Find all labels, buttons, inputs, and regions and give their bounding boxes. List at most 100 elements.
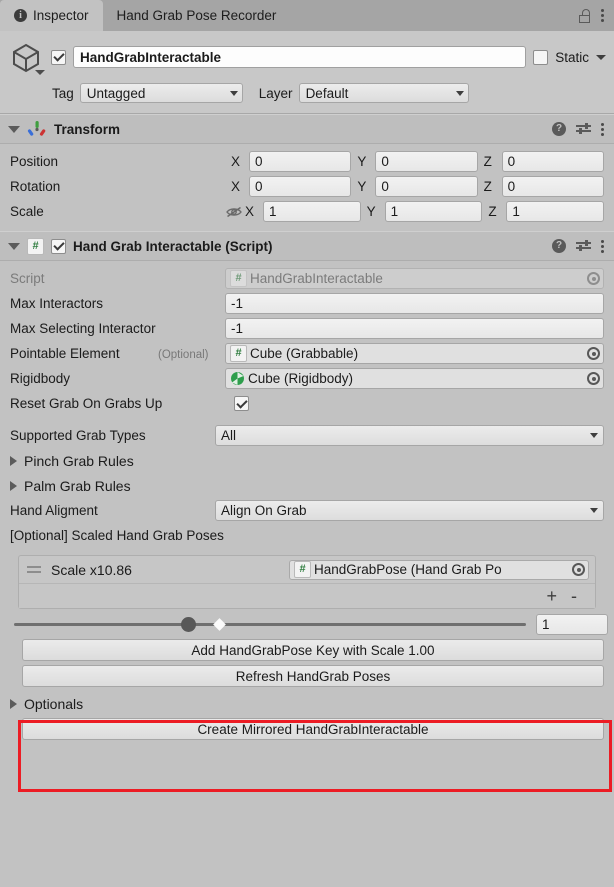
remove-pose-button[interactable]: - <box>571 587 577 605</box>
pointable-element-object-field[interactable]: # Cube (Grabbable) <box>225 343 604 364</box>
script-icon: # <box>230 270 247 287</box>
transform-header[interactable]: Transform ? <box>0 114 614 144</box>
transform-foldout-icon[interactable] <box>8 125 20 133</box>
tab-hand-grab-pose-recorder[interactable]: Hand Grab Pose Recorder <box>102 0 291 31</box>
script-object-field: # HandGrabInteractable <box>225 268 604 289</box>
object-picker-icon <box>587 272 600 285</box>
rigidbody-object-field[interactable]: Cube (Rigidbody) <box>225 368 604 389</box>
max-selecting-input[interactable]: -1 <box>225 318 604 339</box>
component-header-actions: ? <box>552 239 604 253</box>
object-picker-icon[interactable] <box>587 372 600 385</box>
chevron-down-icon <box>455 90 464 96</box>
slider-knob[interactable] <box>181 616 197 632</box>
pose-object-field[interactable]: # HandGrabPose (Hand Grab Po <box>289 559 589 580</box>
axis-label-y: Y <box>357 179 367 194</box>
scale-vector: X 1 Y 1 Z 1 <box>225 201 605 222</box>
layer-label: Layer <box>258 85 293 101</box>
preset-settings-icon[interactable] <box>576 122 591 136</box>
layer-dropdown[interactable]: Default <box>298 83 469 103</box>
kebab-menu-icon[interactable] <box>601 122 604 136</box>
refresh-handgrab-poses-button[interactable]: Refresh HandGrab Poses <box>22 665 604 687</box>
optionals-label: Optionals <box>24 695 84 712</box>
component-enabled-checkbox[interactable] <box>51 238 66 254</box>
drag-handle-icon[interactable] <box>27 565 41 575</box>
transform-row-scale: Scale X 1 Y 1 Z 1 <box>10 199 605 224</box>
create-mirrored-handgrabinteractable-button[interactable]: Create Mirrored HandGrabInteractable <box>22 718 604 740</box>
tag-dropdown[interactable]: Untagged <box>79 83 243 103</box>
component-foldout-icon[interactable] <box>8 242 20 250</box>
scale-z-input[interactable]: 1 <box>506 201 605 222</box>
preset-settings-icon[interactable] <box>576 239 591 253</box>
rotation-x-input[interactable]: 0 <box>249 176 352 197</box>
hand-alignment-value: Align On Grab <box>221 503 307 518</box>
row-pinch-grab-rules[interactable]: Pinch Grab Rules <box>10 448 604 473</box>
inspector-panel: i Inspector Hand Grab Pose Recorder Hand… <box>0 0 614 887</box>
row-palm-grab-rules[interactable]: Palm Grab Rules <box>10 473 604 498</box>
position-z-input[interactable]: 0 <box>501 151 604 172</box>
tab-hand-grab-pose-recorder-label: Hand Grab Pose Recorder <box>116 8 277 23</box>
position-y-input[interactable]: 0 <box>375 151 478 172</box>
object-picker-icon[interactable] <box>572 563 585 576</box>
scale-x-input[interactable]: 1 <box>263 201 361 222</box>
component-rows: Script # HandGrabInteractable Max Intera… <box>0 261 614 554</box>
static-checkbox[interactable] <box>533 49 549 65</box>
axis-label-x: X <box>231 154 241 169</box>
tab-bar-controls <box>579 0 614 31</box>
help-icon[interactable]: ? <box>552 239 566 253</box>
rotation-y-value: 0 <box>381 179 389 194</box>
row-reset-grab: Reset Grab On Grabs Up <box>10 391 604 416</box>
pointable-element-label-wrap: Pointable Element (Optional) <box>10 346 225 361</box>
rigidbody-value: Cube (Rigidbody) <box>248 371 354 386</box>
palm-grab-rules-foldout-icon[interactable] <box>10 480 17 491</box>
gameobject-name-input[interactable]: HandGrabInteractable <box>73 46 527 68</box>
kebab-menu-icon[interactable] <box>601 239 604 253</box>
object-picker-icon[interactable] <box>587 347 600 360</box>
pointable-element-label: Pointable Element <box>10 346 120 361</box>
max-interactors-input[interactable]: -1 <box>225 293 604 314</box>
component-title: Hand Grab Interactable (Script) <box>73 238 273 254</box>
optionals-foldout-icon[interactable] <box>10 698 17 709</box>
palm-grab-rules-label: Palm Grab Rules <box>24 477 131 494</box>
help-icon[interactable]: ? <box>552 122 566 136</box>
rotation-z-input[interactable]: 0 <box>501 176 604 197</box>
supported-grab-types-dropdown[interactable]: All <box>215 425 604 446</box>
cube-icon-dropdown[interactable] <box>35 70 45 75</box>
script-icon: # <box>294 561 311 578</box>
row-supported-grab-types: Supported Grab Types All <box>10 423 604 448</box>
lock-open-icon[interactable] <box>579 8 591 23</box>
rotation-y-input[interactable]: 0 <box>375 176 478 197</box>
max-interactors-value: -1 <box>231 296 244 311</box>
reset-grab-checkbox[interactable] <box>234 396 249 411</box>
position-x-input[interactable]: 0 <box>249 151 352 172</box>
layer-value: Default <box>305 85 349 101</box>
scale-value: 1 <box>542 616 550 632</box>
hand-grab-interactable-header[interactable]: # Hand Grab Interactable (Script) ? <box>0 231 614 261</box>
scale-value-input[interactable]: 1 <box>536 613 608 635</box>
scale-slider-row: 1 <box>0 609 614 639</box>
max-selecting-label: Max Selecting Interactor <box>10 321 156 336</box>
scale-slider[interactable] <box>14 615 526 633</box>
chevron-down-icon <box>590 508 598 513</box>
add-pose-button[interactable]: + <box>546 587 557 605</box>
rotation-label: Rotation <box>10 179 61 194</box>
add-handgrabpose-key-button[interactable]: Add HandGrabPose Key with Scale 1.00 <box>22 639 604 661</box>
hand-alignment-dropdown[interactable]: Align On Grab <box>215 500 604 521</box>
constrain-proportions-off-icon[interactable] <box>225 205 243 219</box>
gameobject-enabled-checkbox[interactable] <box>51 49 66 65</box>
position-x-value: 0 <box>255 154 263 169</box>
static-dropdown-icon[interactable] <box>596 54 606 60</box>
info-icon: i <box>14 9 27 22</box>
row-optionals[interactable]: Optionals <box>0 691 614 716</box>
scaled-poses-label-row: [Optional] Scaled Hand Grab Poses <box>10 523 604 547</box>
scaled-pose-list: Scale x10.86 # HandGrabPose (Hand Grab P… <box>18 555 596 609</box>
kebab-menu-icon[interactable] <box>601 9 604 22</box>
scale-y-input[interactable]: 1 <box>384 201 483 222</box>
cube-icon[interactable] <box>10 39 45 75</box>
rotation-z-value: 0 <box>507 179 516 194</box>
transform-axis-icon <box>27 120 47 138</box>
list-item[interactable]: Scale x10.86 # HandGrabPose (Hand Grab P… <box>19 556 595 583</box>
hand-grab-interactable-component: # Hand Grab Interactable (Script) ? Scri… <box>0 231 614 740</box>
tab-inspector[interactable]: i Inspector <box>0 0 103 31</box>
pinch-grab-rules-foldout-icon[interactable] <box>10 455 17 466</box>
rotation-x-value: 0 <box>255 179 263 194</box>
